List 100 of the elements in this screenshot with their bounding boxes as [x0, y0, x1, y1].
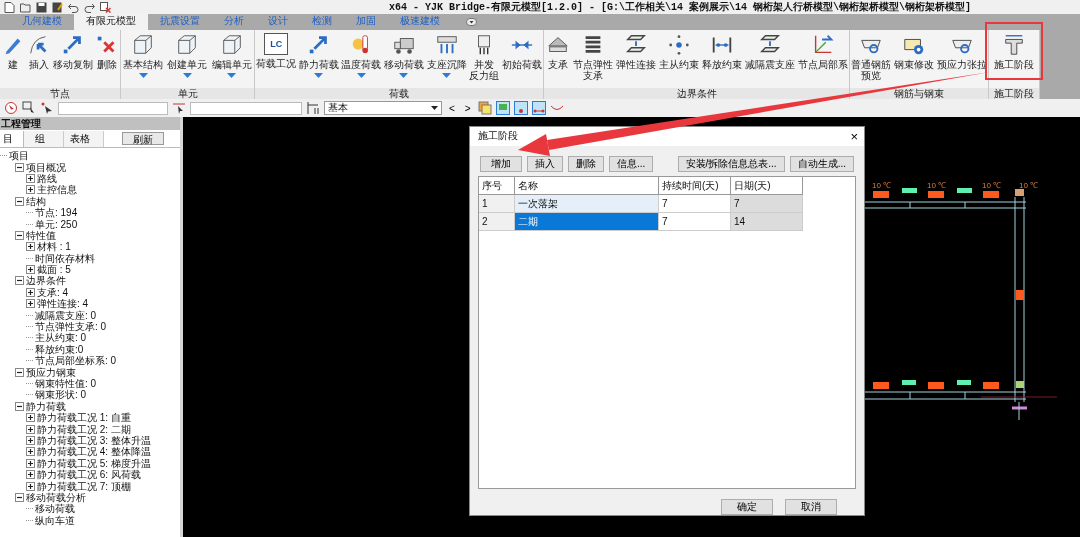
collapse-icon[interactable]	[15, 230, 24, 240]
dialog-button[interactable]: 插入	[527, 155, 563, 172]
ribbon-button[interactable]: 创建单元	[167, 33, 208, 78]
tree-item[interactable]: 静力荷载工况 7: 顶棚	[37, 480, 131, 492]
dialog-button[interactable]: 自动生成...	[789, 155, 854, 172]
ribbon-button[interactable]: 主从约束	[658, 33, 699, 70]
tree-item[interactable]: 释放约束:0	[35, 343, 84, 355]
view-dropdown[interactable]: 基本	[324, 101, 442, 115]
ribbon-button[interactable]: 支座沉降	[426, 33, 467, 78]
collapse-icon[interactable]	[15, 196, 24, 206]
tree-item[interactable]: 单元: 250	[35, 218, 78, 230]
tree-item[interactable]: 边界条件	[26, 275, 66, 287]
expand-icon[interactable]	[26, 435, 35, 445]
tree-item[interactable]: 支承: 4	[37, 286, 69, 298]
ribbon-button[interactable]: 建	[1, 33, 25, 70]
ribbon-button[interactable]: 普通钢筋预览	[851, 33, 892, 81]
tree-item[interactable]: 特性值	[26, 229, 56, 241]
undo-icon[interactable]	[68, 1, 79, 13]
expand-icon[interactable]	[26, 470, 35, 480]
layers-icon[interactable]	[477, 101, 492, 115]
collapse-icon[interactable]	[15, 367, 24, 377]
ribbon-button[interactable]: 基本结构	[123, 33, 164, 78]
expand-icon[interactable]	[26, 287, 35, 297]
ribbon-button[interactable]: 施工阶段	[994, 33, 1034, 70]
ribbon-button[interactable]: 弹性连接	[615, 33, 656, 70]
dimension-icon[interactable]	[306, 101, 320, 115]
tree-item[interactable]: 纵向车道	[35, 514, 75, 526]
tree-item[interactable]: 结构	[26, 195, 46, 207]
dialog-button[interactable]: 安装/拆除信息总表...	[677, 155, 785, 172]
expand-icon[interactable]	[26, 447, 35, 457]
ribbon-button[interactable]: 插入	[27, 33, 51, 70]
input-field[interactable]	[58, 101, 168, 115]
tree-item[interactable]: 路线	[37, 172, 57, 184]
tree-item[interactable]: 节点: 194	[35, 207, 78, 219]
tree-item[interactable]: 弹性连接: 4	[37, 298, 89, 310]
tree-item[interactable]: 钢束特性值: 0	[35, 378, 97, 389]
ribbon-button[interactable]: 释放约束	[701, 33, 742, 70]
tree-item[interactable]: 移动荷载分析	[26, 491, 86, 503]
window-select-icon[interactable]	[22, 101, 36, 115]
dialog-button[interactable]: 删除	[568, 155, 604, 172]
save-as-icon[interactable]	[52, 1, 63, 13]
ribbon-button[interactable]: 温度荷载	[341, 33, 382, 78]
select-icon[interactable]	[4, 101, 18, 115]
ribbon-button[interactable]: 节点局部系	[797, 33, 848, 70]
tree-item[interactable]: 静力荷载工况 1: 自重	[37, 412, 131, 424]
ribbon-button[interactable]: 编辑单元	[211, 33, 252, 78]
refresh-button[interactable]: 刷新	[122, 132, 164, 145]
expand-icon[interactable]	[26, 424, 35, 434]
tree-item[interactable]: 移动荷载	[35, 503, 75, 515]
tree-item[interactable]: 节点弹性支承: 0	[35, 321, 107, 333]
collapse-icon[interactable]	[15, 276, 24, 286]
expand-icon[interactable]	[26, 265, 35, 275]
ribbon-button[interactable]: 删除	[95, 33, 119, 70]
ribbon-button[interactable]: LC 荷载工况	[256, 33, 297, 69]
tree-item[interactable]: 静力荷载工况 5: 梯度升温	[37, 457, 151, 469]
column-header[interactable]: 序号	[479, 176, 515, 195]
dialog-button[interactable]: 取消	[785, 499, 837, 515]
collapse-icon[interactable]	[15, 492, 24, 502]
previous-button[interactable]: <	[446, 102, 458, 114]
node-number-icon[interactable]	[513, 101, 528, 115]
ribbon-button[interactable]: 并发反力组	[469, 33, 500, 81]
collapse-icon[interactable]	[15, 162, 24, 172]
tree-item[interactable]: 静力荷载工况 6: 风荷载	[37, 469, 141, 481]
dialog-button[interactable]: 增加	[480, 155, 522, 172]
pointer-icon[interactable]	[40, 101, 54, 115]
tree-item[interactable]: 静力荷载工况 2: 二期	[37, 423, 131, 435]
ribbon-button[interactable]: 预应力张拉	[936, 33, 987, 70]
tree-item[interactable]: 节点局部坐标系: 0	[35, 355, 117, 367]
tree-item[interactable]: 材料 : 1	[37, 241, 71, 253]
element-number-icon[interactable]	[531, 101, 546, 115]
panel-tab[interactable]: 表格	[64, 130, 104, 147]
ribbon-tab[interactable]: 有限元模型	[74, 13, 148, 30]
new-file-icon[interactable]	[4, 1, 15, 13]
expand-icon[interactable]	[26, 458, 35, 468]
column-header[interactable]: 持续时间(天)	[659, 176, 731, 195]
ribbon-button[interactable]: 减隔震支座	[744, 33, 795, 70]
column-header[interactable]: 日期(天)	[731, 176, 803, 195]
ribbon-button[interactable]: 初始荷载	[501, 33, 542, 70]
save-icon[interactable]	[36, 1, 47, 13]
tree-item[interactable]: 主从约束: 0	[35, 332, 87, 344]
ribbon-button[interactable]: 静力荷载	[298, 33, 339, 78]
column-header[interactable]: 名称	[515, 176, 659, 195]
tree-item[interactable]: 项目	[9, 150, 29, 162]
redo-icon[interactable]	[84, 1, 95, 13]
panel-tab[interactable]: 组	[24, 130, 64, 147]
dialog-button[interactable]: 确定	[721, 499, 773, 515]
tree-item[interactable]: 静力荷载工况 3: 整体升温	[37, 434, 151, 446]
expand-icon[interactable]	[26, 299, 35, 309]
expand-icon[interactable]	[26, 185, 35, 195]
tree-item[interactable]: 减隔震支座: 0	[35, 309, 97, 321]
input-field[interactable]	[190, 101, 302, 115]
close-button[interactable]: ×	[850, 128, 858, 144]
tree-item[interactable]: 项目概况	[26, 161, 66, 173]
ribbon-button[interactable]: 移动复制	[53, 33, 93, 70]
open-folder-icon[interactable]	[20, 1, 31, 13]
tree-item[interactable]: 时间依存材料	[35, 252, 95, 264]
tree-item[interactable]: 预应力钢束	[26, 366, 76, 378]
expand-icon[interactable]	[26, 481, 35, 491]
tree-item[interactable]: 主控信息	[37, 184, 77, 196]
expand-icon[interactable]	[26, 242, 35, 252]
